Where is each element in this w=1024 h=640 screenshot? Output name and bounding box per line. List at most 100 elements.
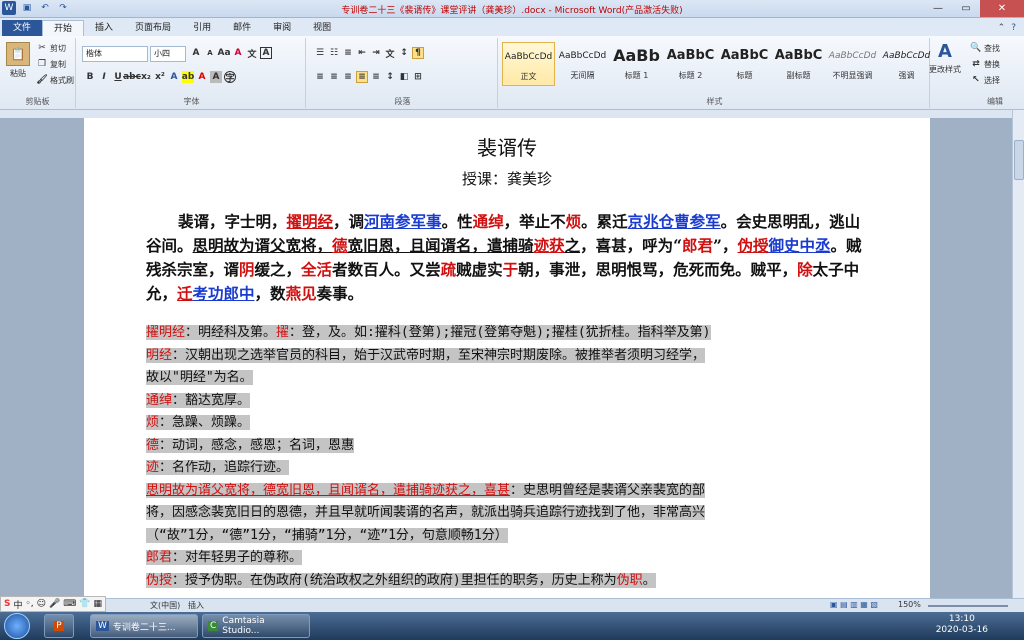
start-button[interactable] <box>4 613 30 639</box>
grow-font-icon[interactable]: A <box>190 47 202 59</box>
maximize-icon[interactable]: ▭ <box>952 0 980 17</box>
ribbon-tabs: 文件 开始 插入 页面布局 引用 邮件 审阅 视图 ⌃ ? <box>0 18 1024 36</box>
copy-button[interactable]: ❐ 复制 <box>36 58 66 70</box>
strikethrough-icon[interactable]: abc <box>123 71 141 83</box>
tab-references[interactable]: 引用 <box>182 20 222 36</box>
line-spacing-icon[interactable]: ↕ <box>384 71 396 83</box>
close-icon[interactable]: ✕ <box>980 0 1024 17</box>
emoji-icon[interactable]: ☺ <box>37 599 46 609</box>
text-run: 。 <box>642 572 656 588</box>
status-bar: 文(中国) 插入 ▣ ▤ ▥ ▦ ▧ 150% <box>0 598 1024 612</box>
font-size-buttons: A A Aa A 文 A <box>190 47 272 60</box>
replace-button[interactable]: ⇄ 替换 <box>970 58 1000 70</box>
ime-lang[interactable]: 中 <box>13 598 22 611</box>
taskbar: P W 专训卷二十三... C Camtasia Studio... 13:10 20… <box>0 612 1024 640</box>
keyword-red: 擢 <box>276 325 290 340</box>
note-line: 德：动词，感念，感恩；名词，恩惠 <box>146 435 870 458</box>
select-button[interactable]: ↖ 选择 <box>970 74 1000 86</box>
change-styles-button[interactable]: A 更改样式 <box>924 40 966 75</box>
skin-icon[interactable]: 👕 <box>79 599 90 609</box>
numbering-icon[interactable]: ☷ <box>328 47 340 59</box>
highlight-icon[interactable]: ab <box>182 71 194 83</box>
paste-button[interactable]: 📋 粘贴 <box>6 42 30 79</box>
align-left-icon[interactable]: ≡ <box>314 71 326 83</box>
zoom-level[interactable]: 150% <box>898 600 921 609</box>
style-title[interactable]: AaBbC 标题 <box>718 42 771 86</box>
style-subtitle[interactable]: AaBbC 副标题 <box>772 42 825 86</box>
distributed-icon[interactable]: ≡ <box>370 71 382 83</box>
taskbar-camtasia-item[interactable]: C Camtasia Studio... <box>202 614 310 638</box>
font-name-combo[interactable]: 楷体 <box>82 46 148 62</box>
bullets-icon[interactable]: ☰ <box>314 47 326 59</box>
show-marks-icon[interactable]: ¶ <box>412 47 424 59</box>
system-clock[interactable]: 13:10 2020-03-16 <box>936 614 988 636</box>
language-status[interactable]: 文(中国) <box>150 600 180 611</box>
decrease-indent-icon[interactable]: ⇤ <box>356 47 368 59</box>
mic-icon[interactable]: 🎤 <box>49 599 60 609</box>
align-right-icon[interactable]: ≡ <box>342 71 354 83</box>
style-no-spacing[interactable]: AaBbCcDd 无间隔 <box>556 42 609 86</box>
term-blue: 考功郎中 <box>192 284 255 303</box>
char-border-icon[interactable]: A <box>260 47 272 59</box>
sort-icon[interactable]: ↕ <box>398 47 410 59</box>
minimize-icon[interactable]: — <box>924 0 952 17</box>
keyword-red: 明经 <box>146 347 173 363</box>
scrollbar-thumb[interactable] <box>1014 140 1024 180</box>
text-effects-icon[interactable]: A <box>168 71 180 83</box>
tab-review[interactable]: 审阅 <box>262 20 302 36</box>
taskbar-word-item[interactable]: W 专训卷二十三... <box>90 614 198 638</box>
tab-insert[interactable]: 插入 <box>84 20 124 36</box>
bold-icon[interactable]: B <box>84 71 96 83</box>
font-color-icon[interactable]: A <box>196 71 208 83</box>
italic-icon[interactable]: I <box>98 71 110 83</box>
cut-button[interactable]: ✂ 剪切 <box>36 42 66 54</box>
vertical-scrollbar[interactable] <box>1012 110 1024 598</box>
chinese-layout-icon[interactable]: 文 <box>384 47 396 60</box>
superscript-icon[interactable]: x² <box>154 71 166 83</box>
justify-icon[interactable]: ≡ <box>356 71 368 83</box>
font-size-combo[interactable]: 小四 <box>150 46 186 62</box>
char-shading-icon[interactable]: A <box>210 71 222 83</box>
format-painter-label: 格式刷 <box>50 75 74 85</box>
align-center-icon[interactable]: ≡ <box>328 71 340 83</box>
borders-icon[interactable]: ⊞ <box>412 71 424 83</box>
note-highlight: 烦：急躁、烦躁。 <box>146 415 251 430</box>
style-heading-2[interactable]: AaBbC 标题 2 <box>664 42 717 86</box>
document-page[interactable]: 裴谞传 授课：龚美珍 裴谞，字士明，擢明经，调河南参军事。性通绰，举止不烦。累迁… <box>84 118 930 598</box>
increase-indent-icon[interactable]: ⇥ <box>370 47 382 59</box>
keyword-red: 燕见 <box>285 284 317 303</box>
text-run: 缓之， <box>254 260 302 279</box>
punctuation-icon[interactable]: ◦, <box>26 599 34 609</box>
tab-view[interactable]: 视图 <box>302 20 342 36</box>
tab-page-layout[interactable]: 页面布局 <box>124 20 182 36</box>
copy-label: 复制 <box>50 59 66 69</box>
keyword-red: 郎君 <box>146 550 173 565</box>
style-subtle-emphasis[interactable]: AaBbCcDd 不明显强调 <box>826 42 879 86</box>
sogou-icon[interactable]: S <box>4 599 10 609</box>
toolbox-icon[interactable]: ▦ <box>94 599 103 609</box>
note-highlight: 通绰：豁达宽厚。 <box>146 392 251 408</box>
clear-format-icon[interactable]: A <box>232 47 244 59</box>
phonetic-guide-icon[interactable]: 文 <box>246 47 258 60</box>
tab-file[interactable]: 文件 <box>2 20 43 36</box>
help-icon[interactable]: ? <box>1011 23 1016 33</box>
tab-home[interactable]: 开始 <box>42 20 85 36</box>
text-run: ，喜甚，呼为“ <box>580 236 683 255</box>
taskbar-powerpoint-icon[interactable]: P <box>44 614 74 638</box>
minimize-ribbon-icon[interactable]: ⌃ <box>998 23 1006 33</box>
style-heading-1[interactable]: AaBb 标题 1 <box>610 42 663 86</box>
multilevel-list-icon[interactable]: ≡ <box>342 47 354 59</box>
tab-mailings[interactable]: 邮件 <box>222 20 262 36</box>
find-button[interactable]: 🔍 查找 <box>970 42 1000 54</box>
shrink-font-icon[interactable]: A <box>204 47 216 59</box>
shading-icon[interactable]: ◧ <box>398 71 410 83</box>
format-painter-button[interactable]: 🖌 格式刷 <box>36 74 74 86</box>
insert-mode-status[interactable]: 插入 <box>188 600 204 611</box>
style-normal[interactable]: AaBbCcDd 正文 <box>502 42 555 86</box>
enclose-char-icon[interactable]: 字 <box>224 71 236 84</box>
keyboard-icon[interactable]: ⌨ <box>63 599 76 609</box>
view-buttons[interactable]: ▣ ▤ ▥ ▦ ▧ <box>830 600 878 609</box>
subscript-icon[interactable]: x₂ <box>140 71 152 83</box>
zoom-slider[interactable] <box>928 605 1008 607</box>
change-case-icon[interactable]: Aa <box>217 47 230 59</box>
